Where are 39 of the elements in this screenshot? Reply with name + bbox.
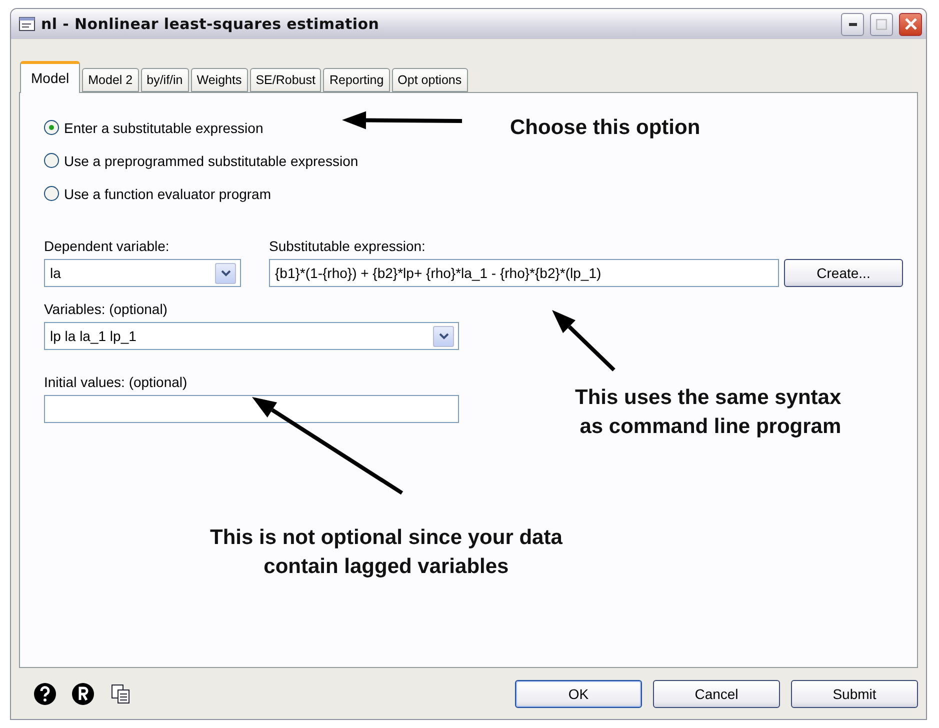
radio-option[interactable]: Enter a substitutable expression	[44, 111, 264, 144]
field-label: Dependent variable:	[44, 238, 170, 254]
create-button[interactable]: Create...	[784, 259, 903, 287]
tab[interactable]: Opt options	[392, 68, 468, 92]
radio-option[interactable]: Use a function evaluator program	[44, 177, 271, 210]
tab[interactable]: Weights	[190, 68, 248, 92]
input-field[interactable]: {b1}*(1-{rho}) + {b2}*lp+ {rho}*la_1 - {rho}*{b2}*(lp_1)	[269, 259, 779, 287]
tab[interactable]: SE/Robust	[250, 68, 322, 92]
dialog-button[interactable]: Submit	[791, 680, 918, 708]
maximize-icon	[876, 18, 887, 30]
close-button[interactable]	[899, 12, 922, 36]
radio-icon[interactable]	[44, 120, 59, 135]
annotation-text: This uses the same syntax as command line program	[575, 385, 842, 440]
window-title: nl - Nonlinear least-squares estimation	[41, 15, 380, 33]
close-icon	[904, 18, 916, 30]
input-field[interactable]	[44, 395, 459, 423]
annotation-text: Choose this option	[510, 115, 700, 141]
dropdown-field[interactable]: la	[44, 259, 241, 287]
radio-icon[interactable]	[44, 186, 59, 201]
field-label: Initial values: (optional)	[44, 374, 188, 390]
radio-option[interactable]: Use a preprogrammed substitutable expression	[44, 144, 358, 177]
dialog-button[interactable]: OK	[515, 680, 642, 708]
maximize-button[interactable]	[870, 12, 893, 36]
dropdown-field[interactable]: lp la la_1 lp_1	[44, 322, 459, 350]
dialog-button[interactable]: Cancel	[653, 680, 780, 708]
caret-icon	[438, 332, 448, 340]
tab[interactable]: Model	[20, 61, 80, 93]
minimize-button[interactable]	[841, 12, 864, 36]
tab[interactable]: Model 2	[82, 68, 139, 92]
radio-icon[interactable]	[44, 153, 59, 168]
minimize-icon	[848, 22, 856, 26]
tab[interactable]: Reporting	[323, 68, 390, 92]
window-icon	[19, 17, 35, 31]
caret-icon	[220, 270, 230, 276]
tab[interactable]: by/if/in	[140, 68, 189, 92]
annotation-arrow	[552, 310, 616, 372]
field-label: Variables: (optional)	[44, 301, 168, 317]
annotation-text: This is not optional since your data contain lagged variables	[210, 525, 562, 580]
field-label: Substitutable expression:	[269, 238, 426, 254]
